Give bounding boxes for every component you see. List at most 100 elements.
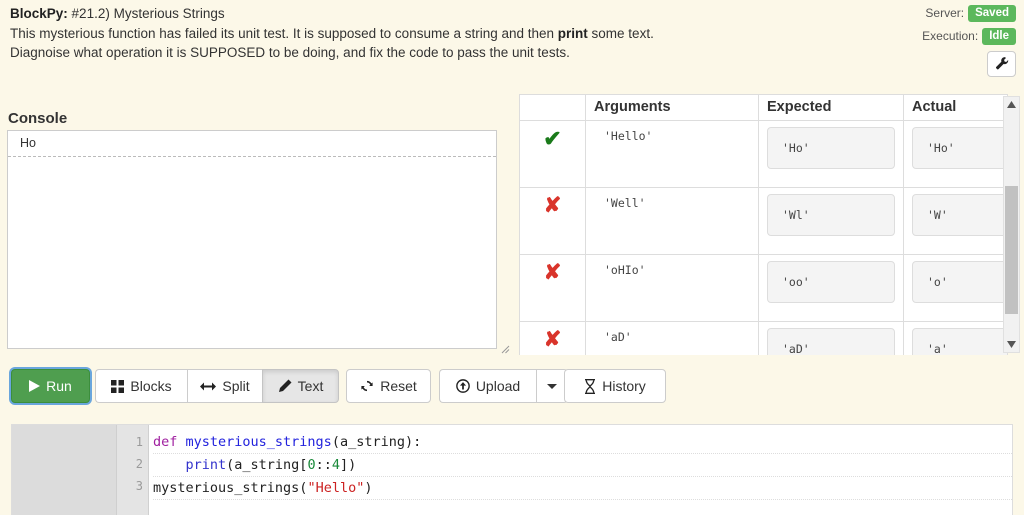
grid-blocks-icon: [111, 379, 125, 393]
execution-label: Execution:: [922, 29, 979, 43]
console-panel: Console Ho: [0, 106, 512, 356]
refresh-icon: [360, 379, 374, 393]
server-label: Server:: [925, 6, 965, 20]
column-header-status: [520, 95, 586, 121]
run-button[interactable]: Run: [11, 369, 90, 403]
instruction-line-2: Diagnoise what operation it is SUPPOSED …: [10, 45, 570, 60]
table-row: ✘ 'aD' 'aD' 'a': [520, 321, 1007, 355]
test-actual-cell: 'Ho': [903, 120, 1007, 188]
actual-value-box: 'W': [912, 194, 1007, 236]
fail-cross-icon: ✘: [543, 328, 562, 351]
test-expected-cell: 'oo': [758, 254, 904, 322]
code-token: mysterious_strings: [185, 434, 332, 450]
instructions-block: BlockPy: #21.2) Mysterious Strings This …: [10, 4, 890, 63]
fail-cross-icon: ✘: [543, 261, 562, 284]
unit-test-table: Arguments Expected Actual ✔ 'Hello' 'Ho'…: [520, 95, 1007, 355]
status-area: Server: Saved Execution: Idle: [876, 3, 1016, 49]
column-header-arguments: Arguments: [585, 95, 759, 121]
upload-button-label: Upload: [475, 378, 521, 394]
text-button-label: Text: [297, 378, 324, 394]
test-expected-cell: 'aD': [758, 321, 904, 355]
actual-value-box: 'a': [912, 328, 1007, 355]
instruction-keyword-print: print: [557, 25, 588, 41]
column-header-actual: Actual: [903, 95, 1007, 121]
pass-check-icon: ✔: [543, 126, 562, 151]
test-status-cell: ✘: [520, 187, 586, 255]
code-token: ]): [339, 457, 357, 473]
code-token: 4: [331, 457, 340, 473]
app-name: BlockPy:: [10, 6, 68, 21]
test-arguments-cell: 'Well': [585, 187, 759, 255]
split-button-label: Split: [222, 378, 250, 394]
wrench-icon: [995, 56, 1009, 73]
test-status-cell: ✘: [520, 254, 586, 322]
code-token: (a_string[: [226, 457, 308, 473]
reset-button[interactable]: Reset: [346, 369, 431, 403]
test-actual-cell: 'W': [903, 187, 1007, 255]
instruction-text-c: some text.: [587, 25, 654, 41]
pencil-icon: [278, 379, 292, 393]
expected-value-box: 'oo': [767, 261, 895, 303]
blocks-button-label: Blocks: [130, 378, 172, 394]
blocks-view-button[interactable]: Blocks: [95, 369, 187, 403]
test-expected-cell: 'Wl': [758, 187, 904, 255]
header-bar: BlockPy: #21.2) Mysterious Strings This …: [0, 0, 1024, 92]
console-line: Ho: [8, 131, 496, 157]
caret-down-icon: [547, 383, 557, 389]
code-editor[interactable]: 1 2 3 def mysterious_strings(a_string): …: [11, 424, 1013, 515]
test-arguments-cell: 'oHIo': [585, 254, 759, 322]
actual-value-box: 'o': [912, 261, 1007, 303]
console-output-area[interactable]: Ho: [7, 130, 497, 349]
line-number: 3: [135, 479, 143, 493]
play-icon: [29, 380, 41, 392]
code-line: mysterious_strings("Hello"): [153, 477, 1012, 500]
unit-table-scrollbar[interactable]: [1003, 96, 1020, 353]
problem-id: #21.2) Mysterious Strings: [71, 6, 225, 21]
line-number: 2: [135, 457, 143, 471]
instruction-text-a: This mysterious function has failed its …: [10, 25, 558, 41]
code-token: ): [364, 480, 373, 496]
expected-value-box: 'aD': [767, 328, 895, 355]
test-arguments-cell: 'Hello': [585, 120, 759, 188]
editor-code-area[interactable]: def mysterious_strings(a_string): print(…: [149, 425, 1012, 515]
test-expected-cell: 'Ho': [758, 120, 904, 188]
split-view-button[interactable]: Split: [187, 369, 262, 403]
left-right-arrow-icon: [200, 381, 217, 392]
scrollbar-thumb[interactable]: [1005, 186, 1018, 314]
test-status-cell: ✔: [520, 120, 586, 188]
code-token: (a_string):: [331, 434, 422, 450]
settings-button[interactable]: [987, 51, 1016, 77]
test-arguments-cell: 'aD': [585, 321, 759, 355]
scroll-up-arrow-icon[interactable]: [1004, 97, 1019, 112]
expected-value-box: 'Wl': [767, 194, 895, 236]
history-button-label: History: [602, 378, 646, 394]
editor-left-panel: [12, 425, 117, 515]
history-button[interactable]: History: [564, 369, 666, 403]
code-token: def: [153, 434, 186, 450]
server-status-row: Server: Saved: [876, 3, 1016, 23]
execution-status-badge: Idle: [982, 27, 1016, 45]
text-view-button[interactable]: Text: [262, 369, 339, 403]
instruction-line-1: This mysterious function has failed its …: [10, 24, 890, 44]
table-row: ✘ 'Well' 'Wl' 'W': [520, 187, 1007, 255]
test-actual-cell: 'a': [903, 321, 1007, 355]
server-status-badge: Saved: [968, 4, 1016, 22]
table-header-row: Arguments Expected Actual: [520, 95, 1007, 121]
code-token: print: [185, 457, 227, 473]
upload-button[interactable]: Upload: [439, 369, 536, 403]
reset-button-label: Reset: [380, 378, 417, 394]
test-status-cell: ✘: [520, 321, 586, 355]
console-resize-handle[interactable]: [498, 342, 510, 354]
actual-value-box: 'Ho': [912, 127, 1007, 169]
code-token: mysterious_strings(: [153, 480, 308, 496]
table-row: ✘ 'oHIo' 'oo' 'o': [520, 254, 1007, 322]
test-actual-cell: 'o': [903, 254, 1007, 322]
console-title: Console: [8, 110, 68, 127]
code-line: def mysterious_strings(a_string):: [153, 431, 1012, 454]
code-token: "Hello": [307, 480, 365, 496]
hourglass-icon: [584, 378, 596, 394]
scroll-down-arrow-icon[interactable]: [1004, 337, 1019, 352]
column-header-expected: Expected: [758, 95, 904, 121]
code-token: 0: [307, 457, 316, 473]
